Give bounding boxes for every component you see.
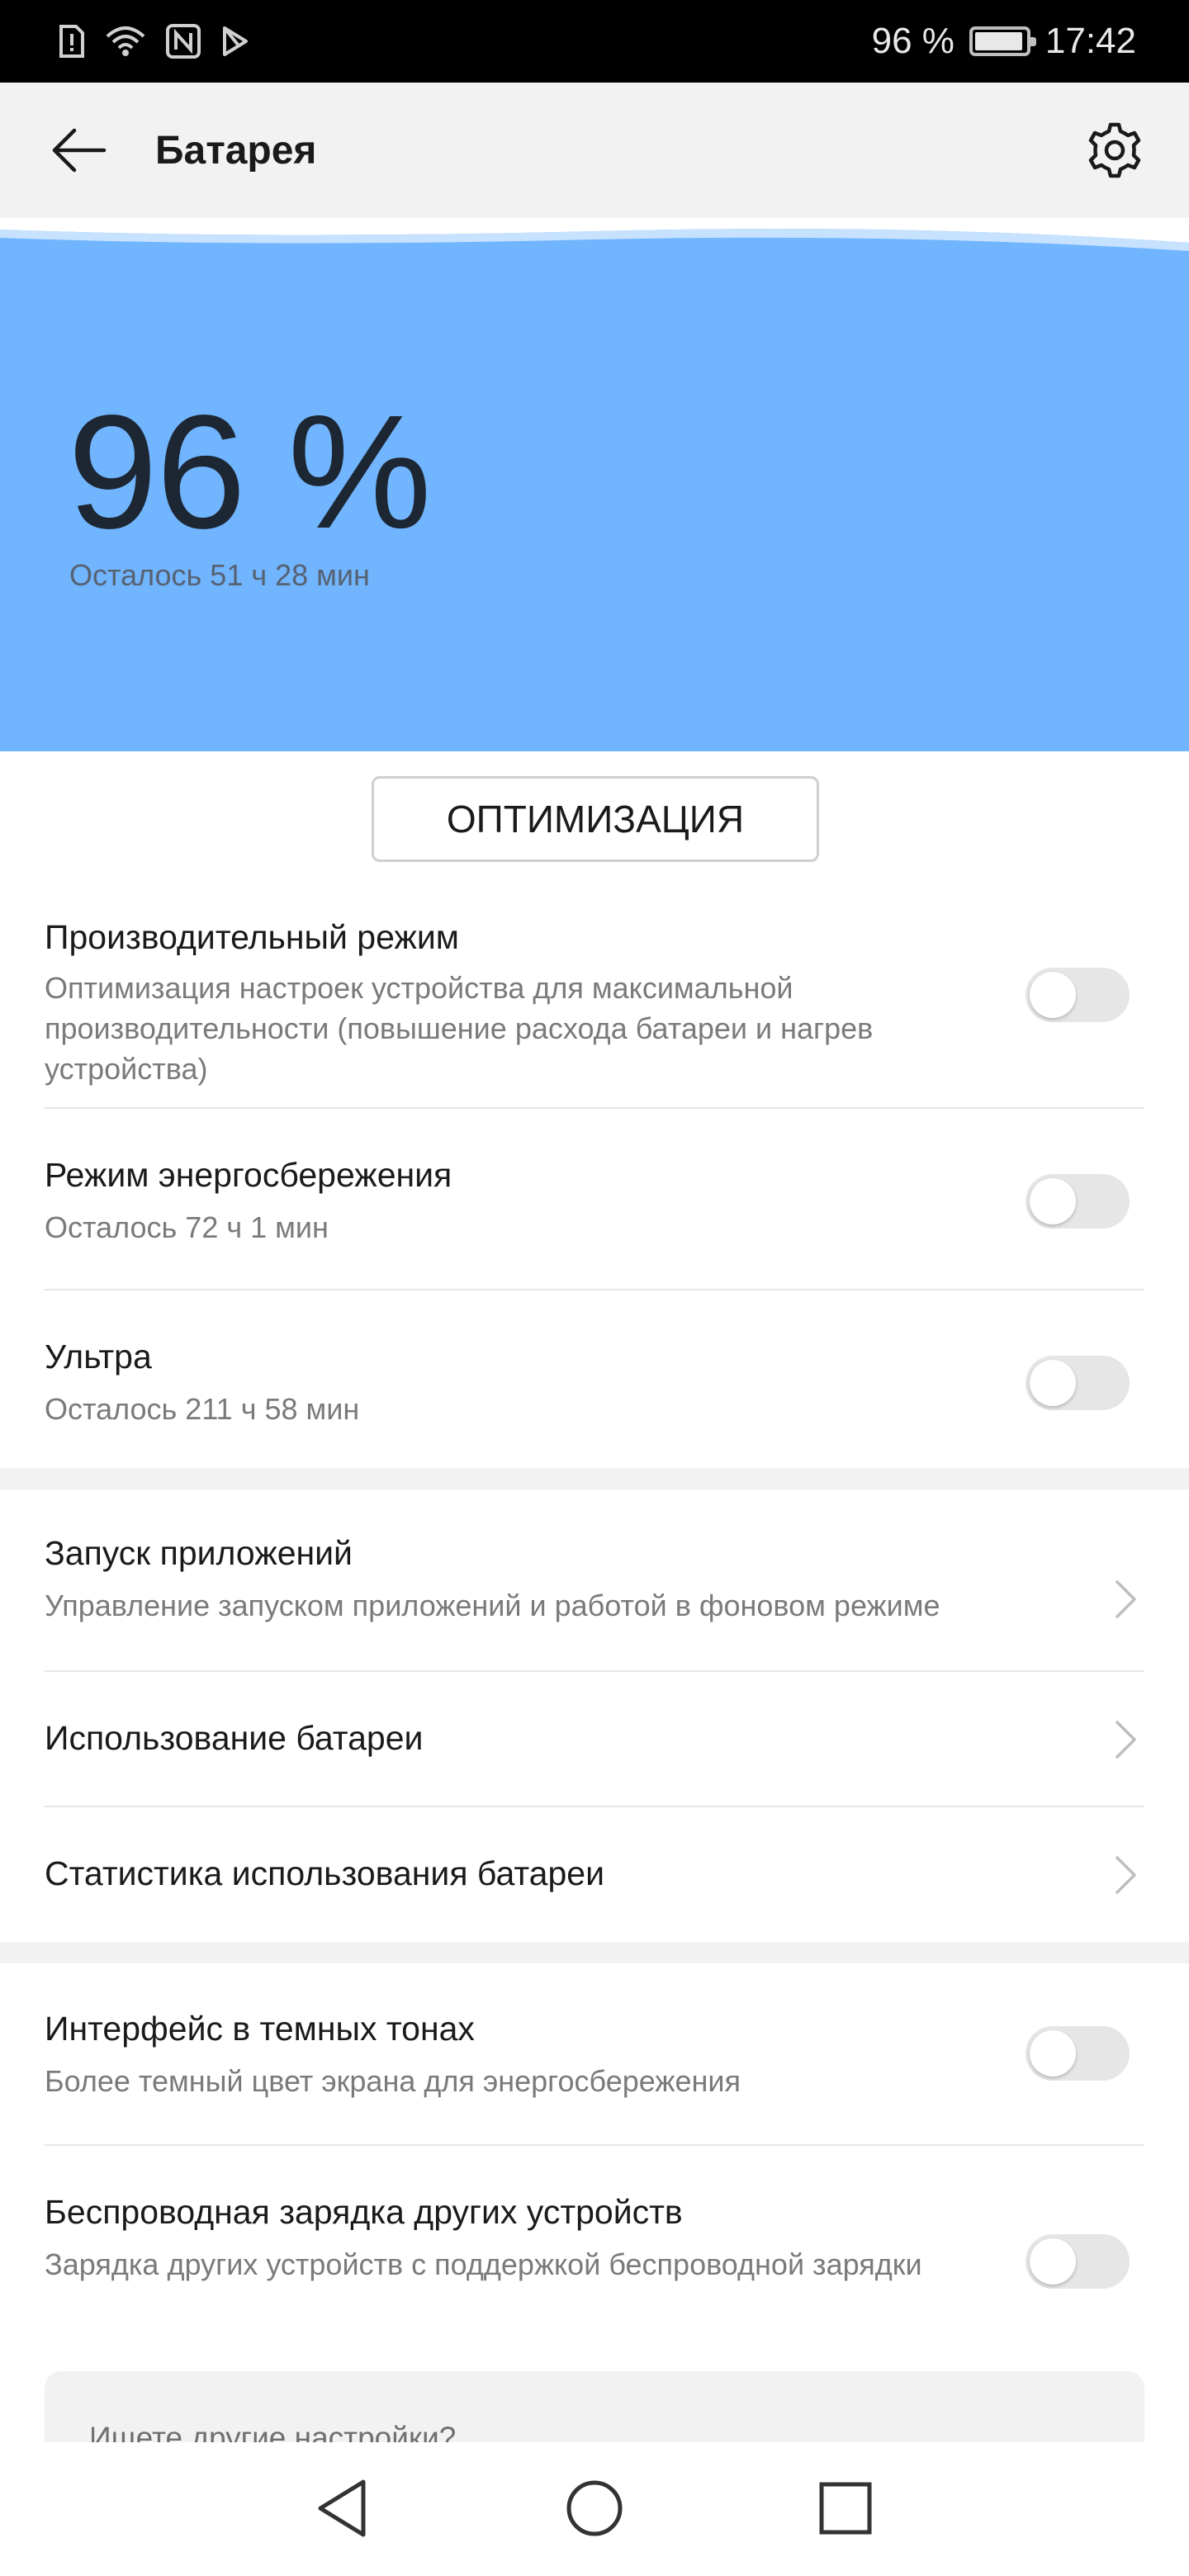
- toggle-knob: [1030, 2238, 1076, 2285]
- divider: [45, 1806, 1144, 1807]
- nav-recents-button[interactable]: [804, 2467, 887, 2550]
- row-title: Запуск приложений: [45, 1534, 353, 1572]
- toggle-knob: [1030, 1360, 1076, 1406]
- ultra-mode-toggle[interactable]: [1026, 1356, 1130, 1410]
- row-subtitle: Управление запуском приложений и работой…: [45, 1589, 940, 1622]
- toggle-knob: [1030, 1178, 1076, 1224]
- chevron-right-icon: [1116, 1856, 1136, 1894]
- back-button[interactable]: [38, 109, 121, 192]
- toggle-knob: [1030, 2030, 1076, 2076]
- status-icons-right: 96 % 17:42: [872, 21, 1136, 62]
- battery-settings-screen: 96 % 17:42 Батарея 96 % Осталось 51 ч 28…: [0, 0, 1189, 2576]
- performance-mode-toggle[interactable]: [1026, 968, 1130, 1022]
- wifi-icon: [104, 25, 147, 58]
- chevron-right-icon: [1116, 1580, 1136, 1618]
- back-triangle-icon: [318, 2479, 366, 2537]
- battery-percent-text: 96 %: [871, 21, 955, 61]
- row-title: Использование батареи: [45, 1719, 424, 1757]
- app-bar: Батарея: [0, 83, 1189, 218]
- power-saving-toggle[interactable]: [1026, 1174, 1130, 1229]
- settings-button[interactable]: [1073, 109, 1156, 192]
- divider: [45, 2144, 1144, 2146]
- row-subtitle: Осталось 211 ч 58 мин: [45, 1392, 360, 1426]
- divider: [45, 1289, 1144, 1290]
- battery-remaining-time: Осталось 51 ч 28 мин: [69, 558, 370, 592]
- reverse-charging-toggle[interactable]: [1026, 2234, 1130, 2289]
- chevron-right-icon: [1116, 1721, 1136, 1759]
- wave-decoration: [0, 218, 1189, 268]
- page-title: Батарея: [155, 128, 317, 173]
- row-subtitle: Зарядка других устройств с поддержкой бе…: [45, 2247, 922, 2281]
- play-store-icon: [220, 25, 249, 58]
- toggle-knob: [1030, 972, 1076, 1018]
- row-title: Интерфейс в темных тонах: [45, 2010, 475, 2048]
- battery-percent: 96 %: [68, 381, 432, 562]
- row-title: Производительный режим: [45, 918, 459, 956]
- row-title: Ультра: [45, 1338, 152, 1376]
- divider: [45, 1107, 1144, 1109]
- sim-alert-icon: [58, 23, 86, 59]
- recents-square-icon: [819, 2482, 872, 2535]
- nav-back-button[interactable]: [301, 2467, 383, 2550]
- row-title: Режим энергосбережения: [45, 1156, 452, 1194]
- row-title: Беспроводная зарядка других устройств: [45, 2193, 683, 2231]
- nfc-icon: [165, 23, 201, 59]
- clock: 17:42: [1045, 21, 1136, 61]
- navigation-bar: [0, 2442, 1189, 2576]
- dark-interface-toggle[interactable]: [1026, 2026, 1130, 2081]
- divider: [45, 1670, 1144, 1672]
- status-bar: 96 % 17:42: [0, 0, 1189, 83]
- section-gap: [0, 1942, 1189, 1963]
- gear-icon: [1088, 122, 1141, 178]
- arrow-left-icon: [52, 128, 107, 173]
- section-gap: [0, 1468, 1189, 1489]
- row-title: Статистика использования батареи: [45, 1854, 604, 1892]
- battery-icon: [969, 26, 1036, 56]
- optimize-button[interactable]: ОПТИМИЗАЦИЯ: [372, 776, 819, 862]
- nav-home-button[interactable]: [553, 2467, 636, 2550]
- home-circle-icon: [566, 2480, 623, 2536]
- status-icons-left: [58, 23, 249, 59]
- battery-hero: 96 % Осталось 51 ч 28 мин: [0, 218, 1189, 751]
- row-subtitle: Оптимизация настроек устройства для макс…: [45, 971, 874, 1086]
- row-subtitle: Более темный цвет экрана для энергосбере…: [45, 2064, 741, 2098]
- row-subtitle: Осталось 72 ч 1 мин: [45, 1210, 329, 1244]
- battery-fill: [974, 32, 1023, 50]
